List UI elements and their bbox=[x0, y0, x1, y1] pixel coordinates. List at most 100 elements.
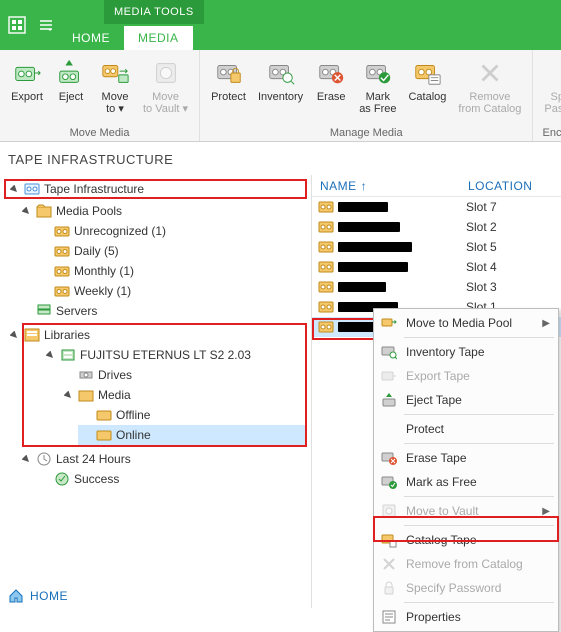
tape-icon bbox=[318, 300, 334, 314]
tree-label: Online bbox=[116, 428, 151, 442]
menu-label: Catalog Tape bbox=[406, 533, 477, 547]
tree-label: Drives bbox=[98, 368, 132, 382]
vault-icon bbox=[150, 57, 182, 89]
protect-button[interactable]: Protect bbox=[206, 54, 251, 127]
table-row[interactable]: Slot 2 bbox=[312, 217, 561, 237]
move-to-icon bbox=[99, 57, 131, 89]
menu-label: Specify Password bbox=[406, 581, 501, 595]
menu-export-tape[interactable]: Export Tape bbox=[376, 364, 556, 388]
remove-icon bbox=[380, 555, 398, 573]
table-row[interactable]: Slot 3 bbox=[312, 277, 561, 297]
expander-icon[interactable] bbox=[8, 183, 20, 195]
menu-catalog-tape[interactable]: Catalog Tape bbox=[376, 528, 556, 552]
export-icon bbox=[380, 367, 398, 385]
tree-media[interactable]: Media bbox=[60, 385, 305, 405]
tree-label: Monthly (1) bbox=[74, 264, 134, 278]
tree-success[interactable]: Success bbox=[36, 469, 311, 489]
col-header-location[interactable]: LOCATION bbox=[460, 179, 561, 193]
menu-eject-tape[interactable]: Eject Tape bbox=[376, 388, 556, 412]
tree-servers[interactable]: Servers bbox=[18, 301, 311, 321]
menu-label: Export Tape bbox=[406, 369, 470, 383]
remove-icon bbox=[474, 57, 506, 89]
tree-last-24[interactable]: Last 24 Hours bbox=[18, 449, 311, 469]
vault-icon bbox=[380, 502, 398, 520]
context-menu: Move to Media Pool▶ Inventory Tape Expor… bbox=[373, 308, 559, 632]
cell-location: Slot 4 bbox=[460, 260, 561, 274]
menu-erase-tape[interactable]: Erase Tape bbox=[376, 446, 556, 470]
erase-icon bbox=[380, 449, 398, 467]
menu-separator bbox=[404, 414, 554, 415]
tree-libraries[interactable]: Libraries bbox=[24, 325, 305, 345]
specify-password-button[interactable]: Specify Password bbox=[539, 54, 561, 127]
tree-label: Libraries bbox=[44, 328, 90, 342]
tree-pool-monthly[interactable]: Monthly (1) bbox=[36, 261, 311, 281]
table-row[interactable]: Slot 4 bbox=[312, 257, 561, 277]
app-menu-button[interactable] bbox=[34, 0, 58, 50]
tape-pool-icon bbox=[54, 223, 70, 239]
group-encryption-label: Encryption bbox=[539, 127, 561, 141]
expander-icon[interactable] bbox=[20, 453, 32, 465]
tree-pool-daily[interactable]: Daily (5) bbox=[36, 241, 311, 261]
menu-move-to-vault[interactable]: Move to Vault▶ bbox=[376, 499, 556, 523]
ribbon: Export Eject Move to ▾ Move to Vault ▾ M… bbox=[0, 50, 561, 142]
eject-icon bbox=[380, 391, 398, 409]
menu-specify-password[interactable]: Specify Password bbox=[376, 576, 556, 600]
tree-drives[interactable]: Drives bbox=[60, 365, 305, 385]
menu-separator bbox=[404, 337, 554, 338]
protect-label: Protect bbox=[211, 91, 246, 103]
erase-label: Erase bbox=[317, 91, 346, 103]
tree-pool-unrecognized[interactable]: Unrecognized (1) bbox=[36, 221, 311, 241]
menu-protect[interactable]: Protect bbox=[376, 417, 556, 441]
tape-icon bbox=[318, 240, 334, 254]
submenu-arrow-icon: ▶ bbox=[542, 506, 550, 517]
cell-location: Slot 5 bbox=[460, 240, 561, 254]
tree-online[interactable]: Online bbox=[78, 425, 305, 445]
tape-pool-icon bbox=[54, 263, 70, 279]
move-to-vault-label: Move to Vault ▾ bbox=[143, 91, 188, 115]
inventory-button[interactable]: Inventory bbox=[253, 54, 308, 127]
menu-inventory-tape[interactable]: Inventory Tape bbox=[376, 340, 556, 364]
move-to-vault-button[interactable]: Move to Vault ▾ bbox=[138, 54, 193, 127]
expander-icon[interactable] bbox=[20, 205, 32, 217]
move-to-button[interactable]: Move to ▾ bbox=[94, 54, 136, 127]
mark-free-button[interactable]: Mark as Free bbox=[354, 54, 401, 127]
tree-offline[interactable]: Offline bbox=[78, 405, 305, 425]
export-button[interactable]: Export bbox=[6, 54, 48, 127]
expander-icon[interactable] bbox=[62, 389, 74, 401]
remove-catalog-button[interactable]: Remove from Catalog bbox=[453, 54, 526, 127]
menu-label: Properties bbox=[406, 610, 461, 624]
export-icon bbox=[11, 57, 43, 89]
menu-mark-free[interactable]: Mark as Free bbox=[376, 470, 556, 494]
tab-home[interactable]: HOME bbox=[58, 26, 124, 50]
table-row[interactable]: Slot 7 bbox=[312, 197, 561, 217]
tree-library-device[interactable]: FUJITSU ETERNUS LT S2 2.03 bbox=[42, 345, 305, 365]
context-tab-label: MEDIA TOOLS bbox=[104, 0, 204, 24]
cell-location: Slot 3 bbox=[460, 280, 561, 294]
expander-icon[interactable] bbox=[44, 349, 56, 361]
submenu-arrow-icon: ▶ bbox=[542, 318, 550, 329]
col-header-name[interactable]: NAME↑ bbox=[312, 179, 460, 193]
tree-label: Servers bbox=[56, 304, 97, 318]
menu-separator bbox=[404, 443, 554, 444]
menu-label: Eject Tape bbox=[406, 393, 462, 407]
tape-infra-icon bbox=[24, 181, 40, 197]
menu-properties[interactable]: Properties bbox=[376, 605, 556, 629]
panel-title: TAPE INFRASTRUCTURE bbox=[0, 142, 561, 175]
tab-media[interactable]: MEDIA bbox=[124, 26, 193, 50]
table-row[interactable]: Slot 5 bbox=[312, 237, 561, 257]
tree-pool-weekly[interactable]: Weekly (1) bbox=[36, 281, 311, 301]
redacted-name bbox=[338, 202, 388, 212]
menu-move-to-pool[interactable]: Move to Media Pool▶ bbox=[376, 311, 556, 335]
tree-root[interactable]: Tape Infrastructure bbox=[4, 179, 307, 199]
tree-media-pools[interactable]: Media Pools bbox=[18, 201, 311, 221]
menu-remove-catalog[interactable]: Remove from Catalog bbox=[376, 552, 556, 576]
specify-password-label: Specify Password bbox=[544, 91, 561, 115]
erase-button[interactable]: Erase bbox=[310, 54, 352, 127]
tree-label: FUJITSU ETERNUS LT S2 2.03 bbox=[80, 348, 251, 362]
media-folder-icon bbox=[78, 387, 94, 403]
catalog-button[interactable]: Catalog bbox=[403, 54, 451, 127]
eject-button[interactable]: Eject bbox=[50, 54, 92, 127]
tape-icon bbox=[318, 320, 334, 334]
nav-home[interactable]: HOME bbox=[8, 588, 68, 604]
expander-icon[interactable] bbox=[8, 329, 20, 341]
